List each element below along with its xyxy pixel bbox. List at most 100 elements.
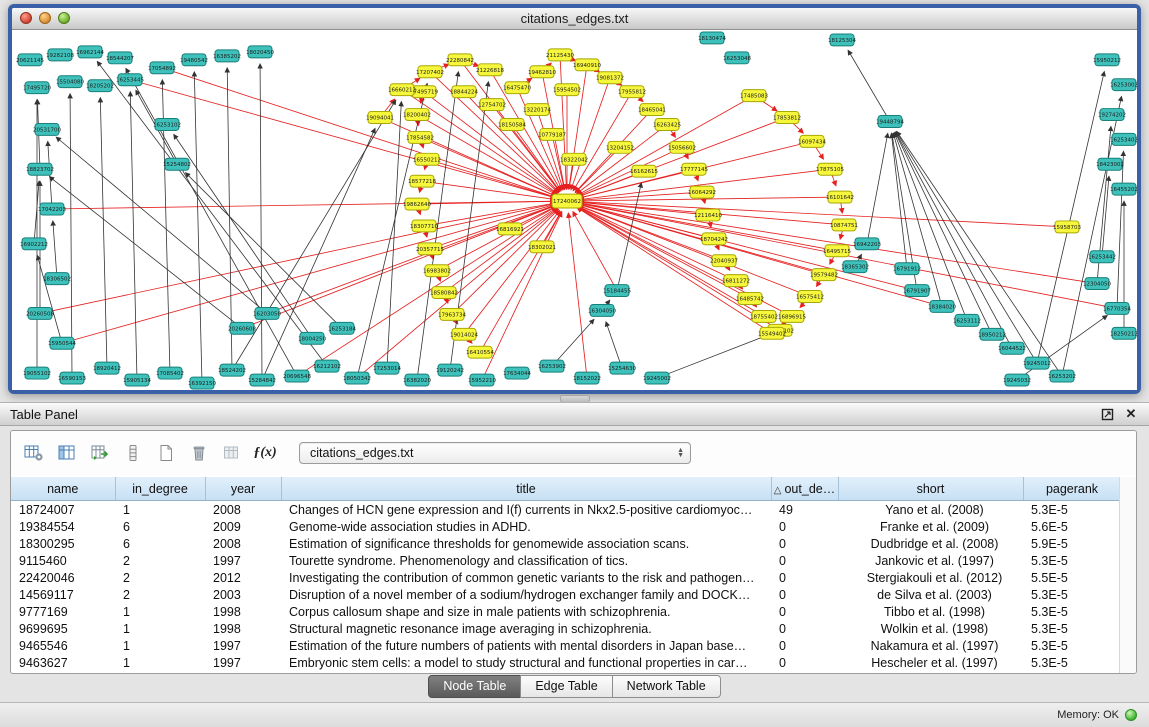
graph-node[interactable]: 16983802 xyxy=(423,265,451,277)
graph-node[interactable]: 15549402 xyxy=(758,327,786,339)
network-table-selector[interactable]: citations_edges.txt ▲▼ xyxy=(299,442,691,464)
table-cell[interactable]: 1998 xyxy=(205,603,281,620)
graph-node[interactable]: 18365302 xyxy=(841,261,869,273)
table-row[interactable]: 911546021997Tourette syndrome. Phenomeno… xyxy=(11,552,1121,569)
table-row[interactable]: 946554611997Estimation of the future num… xyxy=(11,637,1121,654)
graph-node[interactable]: 18844224 xyxy=(450,86,478,98)
graph-node[interactable]: 16575412 xyxy=(796,291,824,303)
graph-node[interactable]: 16253002 xyxy=(1110,79,1137,91)
graph-node[interactable]: 10779187 xyxy=(538,128,566,140)
table-cell[interactable]: Estimation of the future numbers of pati… xyxy=(281,637,771,654)
graph-node[interactable]: 16962144 xyxy=(76,46,104,58)
graph-node[interactable]: 20260508 xyxy=(26,307,54,319)
table-cell[interactable]: Jankovic et al. (1997) xyxy=(838,552,1023,569)
delete-table-icon[interactable] xyxy=(186,441,212,465)
graph-node[interactable]: 18544207 xyxy=(106,52,134,64)
table-row[interactable]: 2242004622012Investigating the contribut… xyxy=(11,569,1121,586)
graph-node[interactable]: 16253112 xyxy=(953,314,981,326)
graph-node[interactable]: 15504080 xyxy=(56,76,84,88)
graph-node[interactable]: 15950212 xyxy=(1093,54,1121,66)
table-cell[interactable]: Changes of HCN gene expression and I(f) … xyxy=(281,501,771,519)
graph-node[interactable]: 13204152 xyxy=(606,141,634,153)
table-cell[interactable]: 0 xyxy=(771,637,838,654)
table-cell[interactable]: 22420046 xyxy=(11,569,115,586)
column-header[interactable]: year xyxy=(205,477,281,501)
graph-node[interactable]: 16392150 xyxy=(188,377,216,389)
graph-node[interactable]: 18050342 xyxy=(343,372,371,384)
graph-node[interactable]: 16253902 xyxy=(538,360,566,372)
graph-node[interactable]: 17485083 xyxy=(740,90,768,102)
graph-node[interactable]: 16770354 xyxy=(1103,302,1131,314)
table-cell[interactable]: 0 xyxy=(771,569,838,586)
graph-node[interactable]: 18004250 xyxy=(298,332,326,344)
graph-node[interactable]: 16253184 xyxy=(328,322,356,334)
graph-node[interactable]: 18384020 xyxy=(928,300,956,312)
graph-node[interactable]: 16253048 xyxy=(723,52,751,64)
table-cell[interactable]: 9699695 xyxy=(11,620,115,637)
graph-node[interactable]: 16940910 xyxy=(573,59,601,71)
graph-node[interactable]: 17854582 xyxy=(406,131,434,143)
table-cell[interactable]: Structural magnetic resonance image aver… xyxy=(281,620,771,637)
table-cell[interactable]: 49 xyxy=(771,501,838,519)
zoom-window-button[interactable] xyxy=(58,12,70,24)
graph-node[interactable]: 19014024 xyxy=(450,328,478,340)
table-cell[interactable]: 0 xyxy=(771,518,838,535)
table-cell[interactable]: 5.9E-5 xyxy=(1023,535,1121,552)
table-row[interactable]: 1872400712008Changes of HCN gene express… xyxy=(11,501,1121,519)
table-cell[interactable]: 6 xyxy=(115,518,205,535)
table-cell[interactable]: 0 xyxy=(771,603,838,620)
graph-node[interactable]: 20531700 xyxy=(33,123,61,135)
column-chooser-icon[interactable] xyxy=(54,441,80,465)
graph-node[interactable]: 18125304 xyxy=(828,34,856,46)
graph-node[interactable]: 16495715 xyxy=(823,245,851,257)
graph-node[interactable]: 19245002 xyxy=(643,372,671,384)
graph-node[interactable]: 22280842 xyxy=(446,54,474,66)
column-header[interactable]: △out_de… xyxy=(771,477,838,501)
graph-node[interactable]: 16942203 xyxy=(853,238,881,250)
table-settings-icon[interactable] xyxy=(21,441,47,465)
graph-node[interactable]: 15184455 xyxy=(603,285,631,297)
table-cell[interactable]: 5.3E-5 xyxy=(1023,586,1121,603)
table-cell[interactable]: 5.3E-5 xyxy=(1023,603,1121,620)
tab-edge-table[interactable]: Edge Table xyxy=(520,675,612,698)
table-scrollbar[interactable] xyxy=(1119,477,1136,673)
table-cell[interactable]: 5.5E-5 xyxy=(1023,569,1121,586)
graph-node[interactable]: 17634044 xyxy=(503,367,531,379)
column-header[interactable]: title xyxy=(281,477,771,501)
graph-node[interactable]: 18152022 xyxy=(573,372,601,384)
table-cell[interactable]: 0 xyxy=(771,620,838,637)
graph-node[interactable]: 19081372 xyxy=(596,72,624,84)
graph-node[interactable]: 17253014 xyxy=(373,362,401,374)
graph-node[interactable]: 16162615 xyxy=(630,165,658,177)
table-cell[interactable]: 6 xyxy=(115,535,205,552)
table-row[interactable]: 977716911998Corpus callosum shape and si… xyxy=(11,603,1121,620)
table-cell[interactable]: 9463627 xyxy=(11,654,115,671)
graph-node[interactable]: 16064292 xyxy=(688,186,716,198)
graph-node[interactable]: 19094041 xyxy=(366,112,394,124)
graph-node[interactable]: 16044522 xyxy=(998,342,1026,354)
graph-node[interactable]: 19120242 xyxy=(436,364,464,376)
graph-node[interactable]: 16253402 xyxy=(1110,133,1137,145)
table-row[interactable]: 1938455462009Genome-wide association stu… xyxy=(11,518,1121,535)
table-cell[interactable]: 5.3E-5 xyxy=(1023,620,1121,637)
graph-node[interactable]: 18524202 xyxy=(218,364,246,376)
graph-node[interactable]: 12754702 xyxy=(478,99,506,111)
table-cell[interactable]: Embryonic stem cells: a model to study s… xyxy=(281,654,771,671)
graph-node[interactable]: 19862640 xyxy=(403,198,431,210)
graph-node[interactable]: 16253445 xyxy=(116,74,144,86)
graph-node[interactable]: 16097434 xyxy=(798,135,826,147)
graph-node[interactable]: 15954502 xyxy=(553,84,581,96)
table-cell[interactable]: 18300295 xyxy=(11,535,115,552)
graph-node[interactable]: 17963734 xyxy=(438,308,466,320)
graph-node[interactable]: 18250212 xyxy=(1110,327,1137,339)
graph-node[interactable]: 17875105 xyxy=(816,163,844,175)
table-cell[interactable]: 2003 xyxy=(205,586,281,603)
graph-node[interactable]: 19055102 xyxy=(23,367,51,379)
table-cell[interactable]: 1997 xyxy=(205,552,281,569)
graph-node[interactable]: 15952210 xyxy=(468,374,496,386)
graph-node[interactable]: 16410554 xyxy=(466,346,494,358)
graph-node[interactable]: 12304050 xyxy=(1083,278,1111,290)
table-cell[interactable]: Genome-wide association studies in ADHD. xyxy=(281,518,771,535)
table-cell[interactable]: 19384554 xyxy=(11,518,115,535)
graph-node[interactable]: 21125430 xyxy=(546,49,574,61)
